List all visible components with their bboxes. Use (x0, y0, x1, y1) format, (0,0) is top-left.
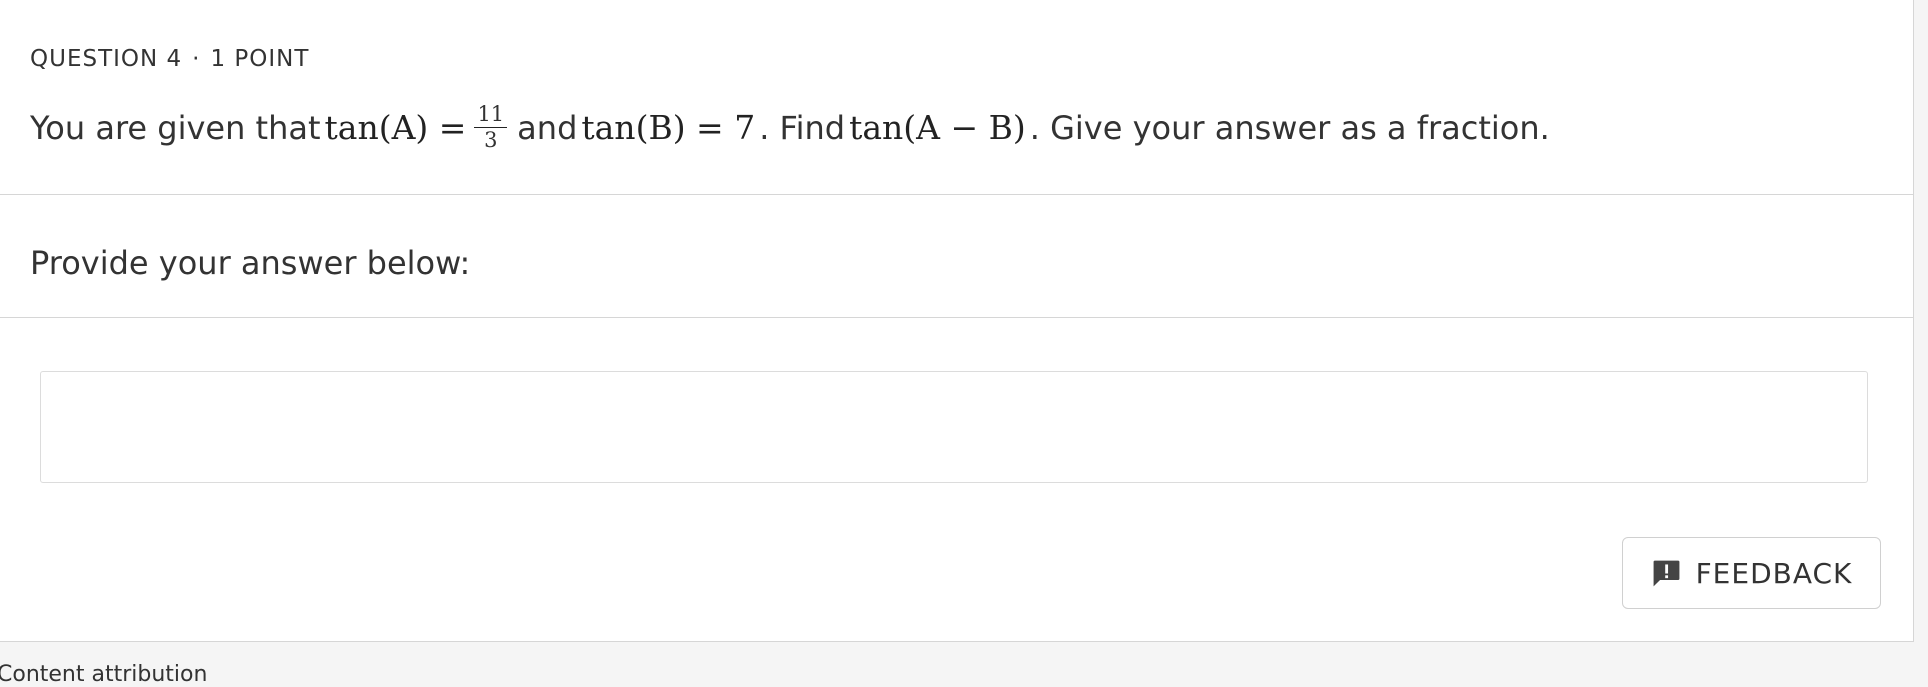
question-text-before: You are given that (30, 108, 321, 147)
question-text-after: . Give your answer as a fraction. (1029, 108, 1550, 147)
question-text: You are given that tan(A) = 11 3 and tan… (30, 104, 1550, 151)
math-fraction: 11 3 (474, 104, 508, 152)
question-text-and: and (517, 108, 578, 147)
divider (0, 194, 1913, 195)
answer-prompt: Provide your answer below: (30, 244, 471, 282)
question-points: 1 POINT (210, 46, 310, 72)
header-separator: · (192, 46, 201, 72)
question-text-find: . Find (759, 108, 846, 147)
feedback-icon (1651, 558, 1682, 589)
feedback-label: FEEDBACK (1695, 556, 1853, 590)
math-tan-a: tan(A) = (324, 108, 467, 147)
math-tan-a-minus-b: tan(A − B) (849, 108, 1026, 147)
fraction-numerator: 11 (474, 104, 508, 128)
content-attribution-link[interactable]: Content attribution (0, 662, 207, 687)
question-number: QUESTION 4 (30, 46, 183, 72)
question-header: QUESTION 4 · 1 POINT (30, 46, 309, 72)
answer-input[interactable] (40, 371, 1868, 483)
fraction-denominator: 3 (484, 128, 498, 152)
divider (0, 317, 1913, 318)
feedback-button[interactable]: FEEDBACK (1622, 537, 1881, 609)
math-tan-b: tan(B) = 7 (581, 108, 756, 147)
question-card: QUESTION 4 · 1 POINT You are given that ta… (0, 0, 1914, 642)
